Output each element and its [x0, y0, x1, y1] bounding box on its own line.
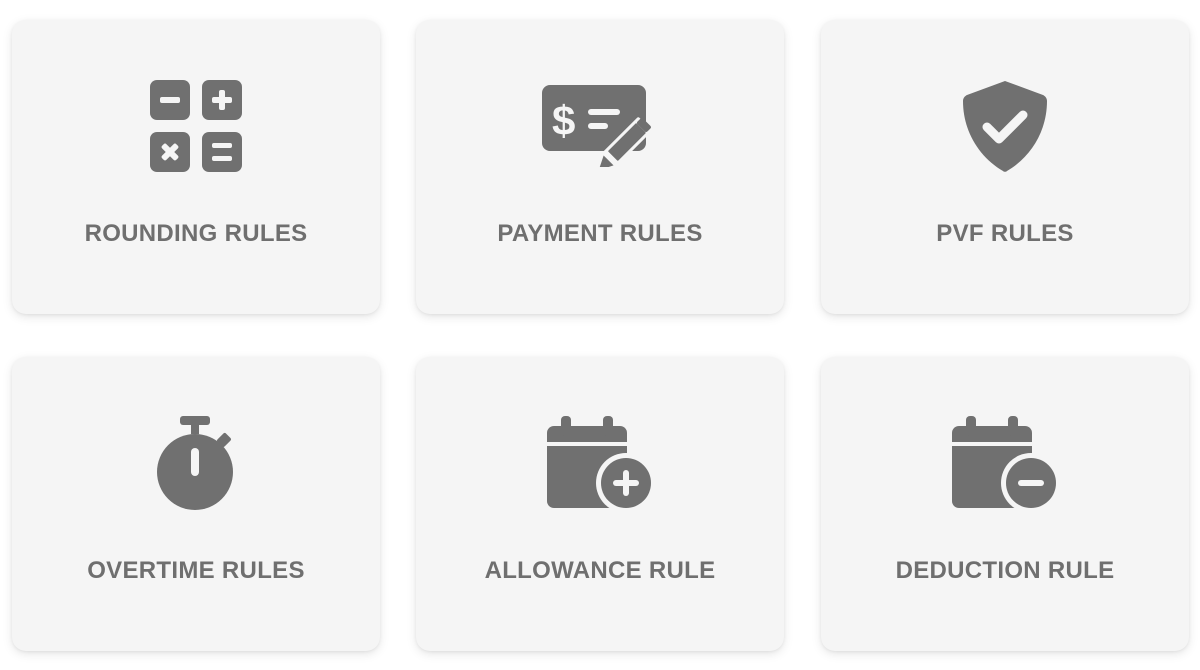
calendar-minus-icon [945, 413, 1065, 513]
deduction-rule-card[interactable]: DEDUCTION RULE [821, 357, 1189, 651]
calendar-plus-icon [540, 413, 660, 513]
card-label: OVERTIME RULES [87, 557, 305, 584]
rounding-rules-card[interactable]: ROUNDING RULES [12, 20, 380, 314]
payment-rules-card[interactable]: $ PAYMENT RULES [416, 20, 784, 314]
svg-text:$: $ [552, 97, 575, 144]
allowance-rule-card[interactable]: ALLOWANCE RULE [416, 357, 784, 651]
calculator-icon [136, 76, 256, 176]
overtime-rules-card[interactable]: OVERTIME RULES [12, 357, 380, 651]
card-label: ALLOWANCE RULE [484, 557, 716, 584]
shield-check-icon [945, 76, 1065, 176]
card-label: PAYMENT RULES [497, 220, 703, 247]
card-label: DEDUCTION RULE [895, 557, 1115, 584]
pvf-rules-card[interactable]: PVF RULES [821, 20, 1189, 314]
rules-grid: ROUNDING RULES $ PAYMENT RULES PVF RULES… [0, 0, 1200, 670]
stopwatch-icon [136, 413, 256, 513]
card-label: PVF RULES [936, 220, 1074, 247]
check-edit-icon: $ [540, 76, 660, 176]
card-label: ROUNDING RULES [84, 220, 308, 247]
